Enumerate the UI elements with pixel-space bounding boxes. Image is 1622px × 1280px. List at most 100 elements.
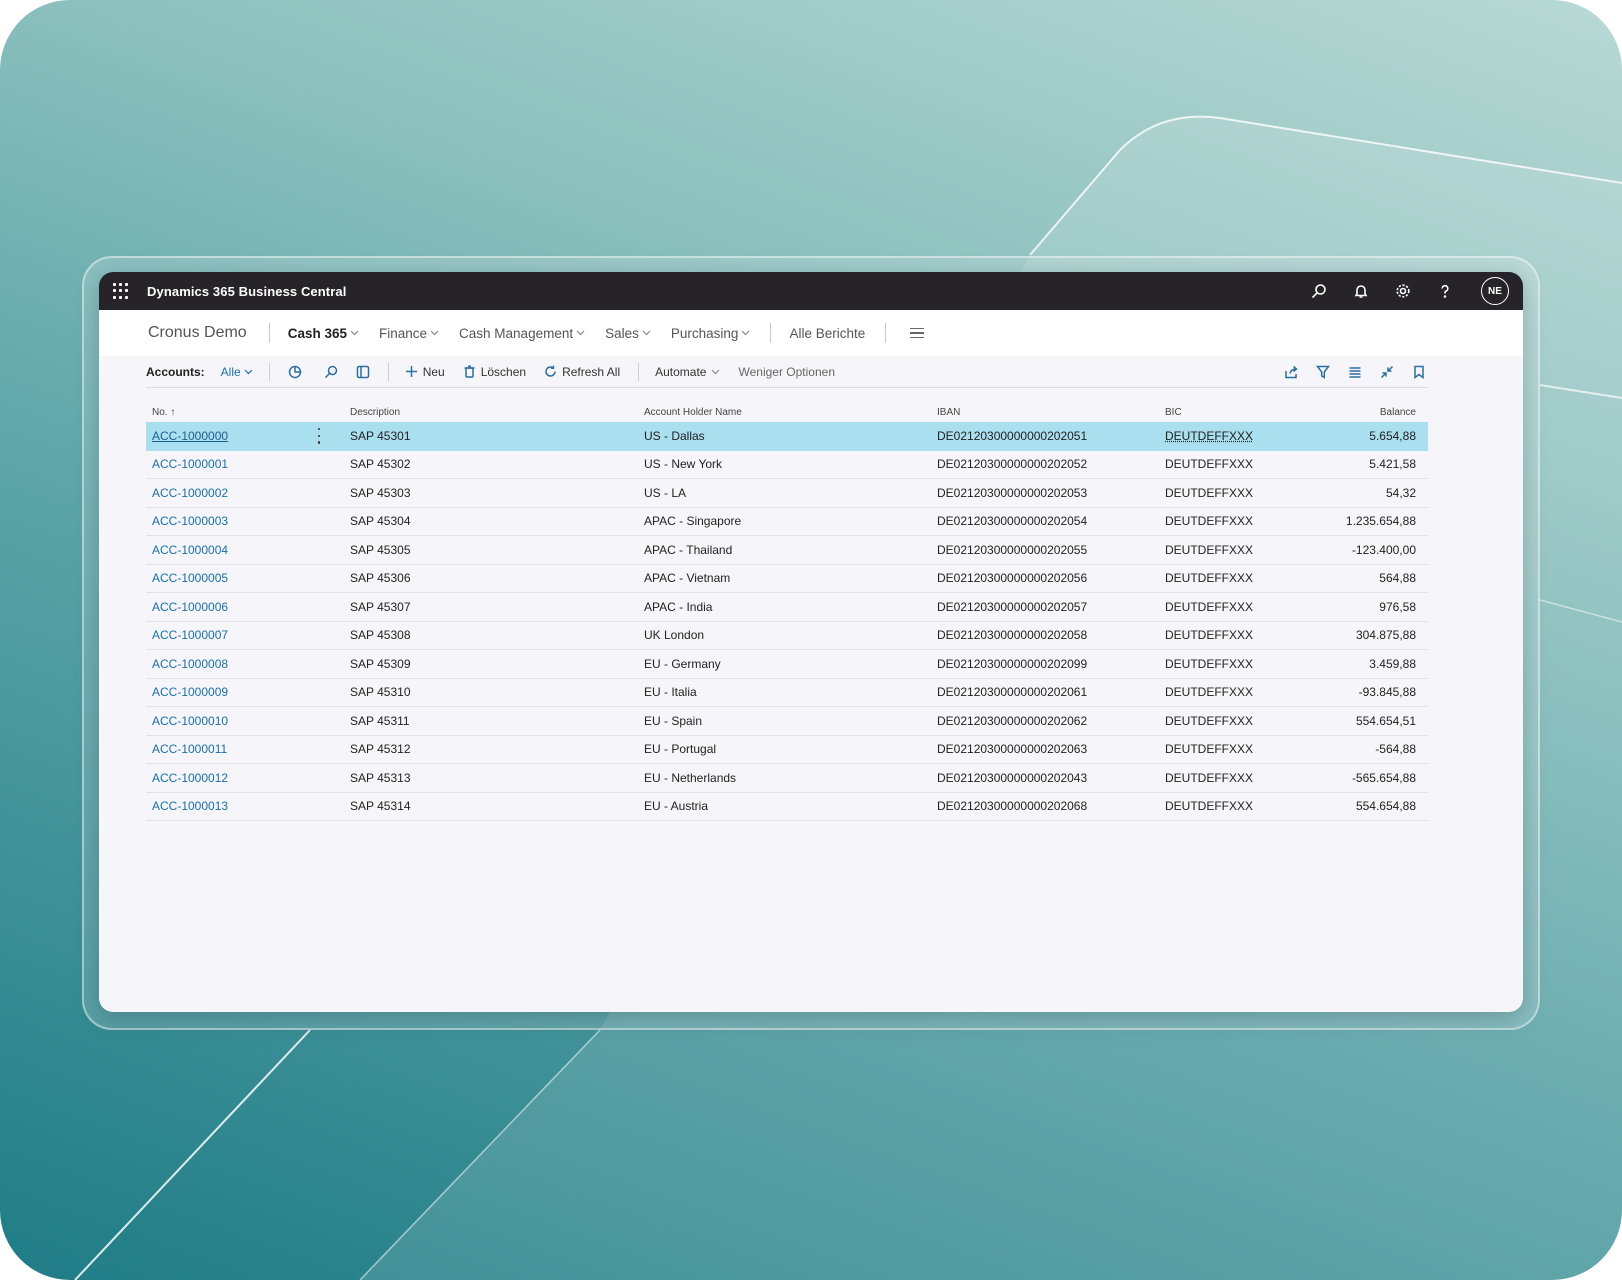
cell-iban: DE02120300000000202061 [937, 685, 1088, 700]
cell-holder: EU - Germany [644, 656, 721, 671]
chevron-down-icon [350, 330, 359, 336]
cell-bic: DEUTDEFFXXX [1165, 599, 1254, 614]
table-row[interactable]: ACC-1000002 SAP 45303 US - LA DE02120300… [146, 479, 1428, 508]
table-row[interactable]: ACC-1000007 SAP 45308 UK London DE021203… [146, 622, 1428, 650]
table-row[interactable]: ACC-1000006 SAP 45307 APAC - India DE021… [146, 593, 1428, 622]
account-no-link[interactable]: ACC-1000008 [152, 657, 228, 671]
nav-item-sales[interactable]: Sales [605, 326, 651, 341]
cell-bic: DEUTDEFFXXX [1165, 628, 1254, 643]
bookmark-icon[interactable] [1410, 363, 1428, 381]
table-row[interactable]: ACC-1000003 SAP 45304 APAC - Singapore D… [146, 508, 1428, 536]
cell-description: SAP 45304 [350, 514, 411, 529]
account-no-link[interactable]: ACC-1000007 [152, 628, 228, 642]
trash-icon [463, 365, 477, 379]
account-no-link[interactable]: ACC-1000009 [152, 685, 228, 699]
account-no-link[interactable]: ACC-1000003 [152, 514, 228, 528]
chevron-down-icon [430, 330, 439, 336]
company-name[interactable]: Cronus Demo [148, 324, 247, 342]
cell-balance: 5.421,58 [1369, 457, 1416, 472]
cell-iban: DE02120300000000202057 [937, 599, 1088, 614]
cell-iban: DE02120300000000202051 [937, 428, 1088, 443]
header-account-holder[interactable]: Account Holder Name [640, 407, 937, 418]
plus-icon [405, 365, 419, 379]
cell-iban: DE02120300000000202068 [937, 799, 1088, 814]
header-balance[interactable]: Balance [1288, 407, 1428, 418]
table-row[interactable]: ACC-1000001 SAP 45302 US - New York DE02… [146, 451, 1428, 479]
share-icon[interactable] [1282, 363, 1300, 381]
cell-iban: DE02120300000000202053 [937, 485, 1088, 500]
nav-item-reports[interactable]: Alle Berichte [789, 326, 865, 341]
account-no-link[interactable]: ACC-1000012 [152, 771, 228, 785]
account-no-link[interactable]: ACC-1000005 [152, 571, 228, 585]
bell-icon[interactable] [1351, 281, 1371, 301]
table-row[interactable]: ACC-1000004 SAP 45305 APAC - Thailand DE… [146, 536, 1428, 565]
top-bar: Dynamics 365 Business Central NE [99, 272, 1523, 310]
table-row[interactable]: ACC-1000012 SAP 45313 EU - Netherlands D… [146, 764, 1428, 793]
search-list-icon[interactable] [322, 363, 340, 381]
cell-balance: 976,58 [1379, 599, 1416, 614]
edit-list-icon[interactable] [354, 363, 372, 381]
gear-icon[interactable] [1393, 281, 1413, 301]
cell-balance: 554.654,51 [1355, 713, 1416, 728]
table-row[interactable]: ACC-1000009 SAP 45310 EU - Italia DE0212… [146, 679, 1428, 707]
cell-iban: DE02120300000000202055 [937, 542, 1088, 557]
accounts-label: Accounts: [146, 364, 205, 379]
table-row[interactable]: ACC-1000008 SAP 45309 EU - Germany DE021… [146, 650, 1428, 679]
table-row[interactable]: ACC-1000000 SAP 45301 US - Dallas DE0212… [146, 422, 1428, 451]
nav-item-cash-365[interactable]: Cash 365 [288, 326, 359, 341]
analysis-mode-icon[interactable] [286, 363, 304, 381]
cell-bic: DEUTDEFFXXX [1165, 713, 1254, 728]
filter-icon[interactable] [1314, 363, 1332, 381]
new-button[interactable]: Neu [405, 365, 445, 379]
nav-item-label: Cash Management [459, 325, 574, 341]
table-row[interactable]: ACC-1000010 SAP 45311 EU - Spain DE02120… [146, 707, 1428, 736]
help-icon[interactable] [1435, 281, 1455, 301]
action-divider [268, 362, 270, 381]
user-avatar[interactable]: NE [1481, 277, 1509, 305]
cell-description: SAP 45303 [350, 485, 411, 500]
table-row[interactable]: ACC-1000005 SAP 45306 APAC - Vietnam DE0… [146, 565, 1428, 593]
header-iban[interactable]: IBAN [937, 407, 1165, 418]
account-no-link[interactable]: ACC-1000011 [152, 742, 227, 756]
account-no-link[interactable]: ACC-1000001 [152, 457, 228, 471]
row-actions-icon[interactable] [317, 427, 321, 444]
cell-balance: 564,88 [1379, 571, 1416, 586]
navigation-bar: Cronus Demo Cash 365 Finance Cash Manage… [99, 310, 1523, 356]
search-icon[interactable] [1309, 281, 1329, 301]
table-row[interactable]: ACC-1000013 SAP 45314 EU - Austria DE021… [146, 793, 1428, 821]
cell-bic[interactable]: DEUTDEFFXXX [1165, 429, 1288, 443]
view-filter-dropdown[interactable]: Alle [221, 365, 253, 379]
account-no-link[interactable]: ACC-1000004 [152, 543, 228, 557]
nav-item-finance[interactable]: Finance [379, 326, 439, 341]
delete-button-label: Löschen [480, 364, 527, 379]
cell-holder: EU - Italia [644, 685, 697, 700]
nav-item-purchasing[interactable]: Purchasing [671, 326, 751, 341]
collapse-icon[interactable] [1378, 363, 1396, 381]
header-bic[interactable]: BIC [1165, 407, 1288, 418]
table-row[interactable]: ACC-1000011 SAP 45312 EU - Portugal DE02… [146, 736, 1428, 764]
new-button-label: Neu [422, 364, 445, 379]
fewer-options-button[interactable]: Weniger Optionen [738, 365, 835, 379]
automate-dropdown[interactable]: Automate [655, 365, 720, 379]
account-no-link[interactable]: ACC-1000010 [152, 714, 228, 728]
account-no-link[interactable]: ACC-1000002 [152, 486, 228, 500]
cell-bic: DEUTDEFFXXX [1165, 685, 1254, 700]
refresh-all-button[interactable]: Refresh All [544, 365, 620, 379]
app-launcher-icon[interactable] [113, 283, 129, 299]
account-no-link[interactable]: ACC-1000006 [152, 600, 228, 614]
cell-bic: DEUTDEFFXXX [1165, 770, 1254, 785]
header-description[interactable]: Description [343, 407, 640, 418]
cell-balance: 3.459,88 [1369, 656, 1416, 671]
cell-holder: UK London [644, 628, 705, 643]
refresh-all-label: Refresh All [562, 364, 621, 379]
account-no-link[interactable]: ACC-1000013 [152, 799, 228, 813]
delete-button[interactable]: Löschen [463, 365, 526, 379]
cell-iban: DE02120300000000202043 [937, 770, 1088, 785]
list-view-icon[interactable] [1346, 363, 1364, 381]
cell-iban: DE02120300000000202058 [937, 628, 1088, 643]
nav-item-cash-management[interactable]: Cash Management [459, 326, 585, 341]
account-no-link[interactable]: ACC-1000000 [152, 429, 228, 443]
header-no[interactable]: No. ↑ [146, 407, 343, 418]
hamburger-menu-icon[interactable] [910, 328, 925, 338]
cell-bic: DEUTDEFFXXX [1165, 457, 1254, 472]
